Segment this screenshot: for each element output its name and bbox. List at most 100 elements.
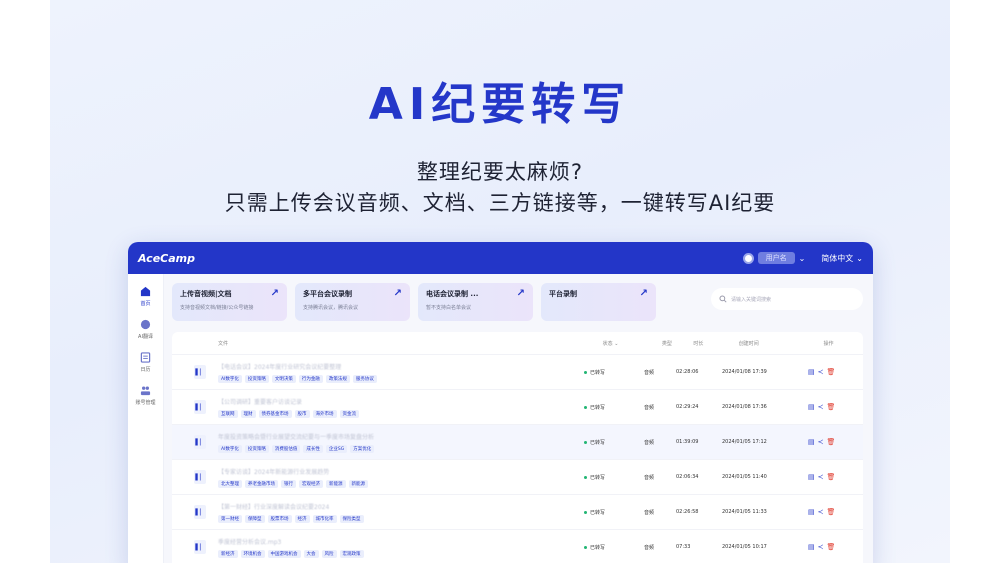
tag[interactable]: 海外市场 bbox=[312, 409, 337, 418]
table-row[interactable]: ▌▏ 年度投资策略会暨行业展望交流纪要与一季度市场复盘分析 AI数字化 投资策略消… bbox=[172, 424, 863, 459]
col-ops: 操作 bbox=[823, 340, 834, 347]
tag[interactable]: 新经济 bbox=[218, 549, 238, 558]
table-row[interactable]: ▌▏ 季度经营分析会议.mp3 新经济 环境机会 中国游戏机会 大会 风险 宏观政策 已转… bbox=[172, 529, 863, 563]
tag[interactable]: 养老金融市场 bbox=[245, 479, 278, 488]
tag[interactable]: 成长性 bbox=[303, 444, 323, 453]
hero-title: AI纪要转写 bbox=[368, 79, 632, 130]
tag[interactable]: 服务协议 bbox=[352, 374, 377, 383]
upload-card[interactable]: 上传音视频|文档 支持音视频文档/链接/公众号链接 ↗ bbox=[172, 283, 287, 321]
share-icon[interactable]: ≺ bbox=[818, 543, 824, 551]
duration-cell: 07:33 bbox=[676, 544, 691, 550]
multi-platform-record-card[interactable]: 多平台会议录制 支持腾讯会议，腾讯会议 ↗ bbox=[295, 283, 410, 321]
share-icon[interactable]: ≺ bbox=[818, 368, 824, 376]
delete-icon[interactable]: 🗑 bbox=[827, 508, 836, 516]
tag[interactable]: AI数字化 bbox=[218, 444, 242, 453]
tag[interactable]: 方案优化 bbox=[350, 444, 375, 453]
tag[interactable]: 中国游戏机会 bbox=[267, 549, 301, 558]
tag[interactable]: 股市 bbox=[294, 409, 310, 418]
file-name[interactable]: 【第一财经】行业深度解读会议纪要2024 bbox=[218, 502, 364, 511]
tag[interactable]: 消费股估值 bbox=[271, 444, 301, 453]
hero-subtitle-1: 整理纪要太麻烦? bbox=[416, 160, 584, 184]
delete-icon[interactable]: 🗑 bbox=[827, 438, 836, 446]
logo[interactable]: AceCamp bbox=[138, 252, 195, 265]
phone-record-card[interactable]: 电话会议录制 ... 暂不支持白名单会议 ↗ bbox=[418, 283, 533, 321]
date-cell: 2024/01/05 10:17 bbox=[722, 544, 767, 550]
status-badge: 已转写 bbox=[584, 404, 644, 411]
tag[interactable]: 第一财经 bbox=[218, 514, 242, 523]
platform-record-card[interactable]: 平台录制 ↗ bbox=[541, 283, 656, 321]
tag[interactable]: 风险 bbox=[321, 549, 337, 558]
document-icon[interactable]: ▤ bbox=[808, 508, 815, 516]
sidebar-item-account[interactable]: 账号管理 bbox=[128, 383, 163, 406]
type-cell: 音频 bbox=[644, 474, 655, 481]
tag[interactable]: 政策法规 bbox=[325, 374, 350, 383]
file-name[interactable]: 年度投资策略会暨行业展望交流纪要与一季度市场复盘分析 bbox=[218, 432, 374, 441]
tag[interactable]: 资金流 bbox=[339, 409, 359, 418]
tag[interactable]: 银行 bbox=[281, 479, 296, 488]
tag[interactable]: 新能源 bbox=[348, 479, 368, 488]
status-dot bbox=[584, 545, 587, 549]
tag[interactable]: 城市化率 bbox=[312, 514, 337, 523]
table-row[interactable]: ▌▏ 【专家访谈】2024年新能源行业发展趋势 北大整理 养老金融市场 银行 宏观经济… bbox=[172, 459, 863, 494]
document-icon[interactable]: ▤ bbox=[808, 543, 815, 551]
share-icon[interactable]: ≺ bbox=[818, 438, 824, 446]
table-row[interactable]: ▌▏ 【电话会议】2024年度行业研究会议纪要整理 AI数字化 投资策略 文明决策行… bbox=[172, 354, 863, 389]
tag[interactable]: 理财 bbox=[240, 409, 256, 418]
sidebar-item-calendar[interactable]: 日历 bbox=[128, 350, 163, 373]
tag[interactable]: 宏观经济 bbox=[299, 479, 323, 488]
tag[interactable]: 债券基金市场 bbox=[258, 409, 292, 418]
audio-file-icon: ▌▏ bbox=[194, 400, 206, 414]
tag[interactable]: AI数字化 bbox=[218, 374, 242, 383]
table-row[interactable]: ▌▏ 【公司调研】重要客户访谈记录 互联网 理财 债券基金市场 股市 海外市场 资金流 已… bbox=[172, 389, 863, 424]
document-icon[interactable]: ▤ bbox=[808, 438, 815, 446]
share-icon[interactable]: ≺ bbox=[818, 403, 824, 411]
delete-icon[interactable]: 🗑 bbox=[827, 543, 836, 551]
file-name[interactable]: 【专家访谈】2024年新能源行业发展趋势 bbox=[218, 467, 368, 476]
translate-icon bbox=[139, 317, 153, 331]
tag[interactable]: 环境机会 bbox=[240, 549, 265, 558]
tag[interactable]: 宏观政策 bbox=[339, 549, 364, 558]
tag[interactable]: 保险类型 bbox=[339, 514, 364, 523]
tag[interactable]: 企业SG bbox=[325, 444, 348, 453]
document-icon[interactable]: ▤ bbox=[808, 368, 815, 376]
tag[interactable]: 投资策略 bbox=[244, 444, 269, 453]
type-cell: 音频 bbox=[644, 404, 655, 411]
tag[interactable]: 行为金融 bbox=[298, 374, 323, 383]
delete-icon[interactable]: 🗑 bbox=[827, 403, 836, 411]
sidebar-item-home[interactable]: 首页 bbox=[128, 284, 163, 307]
tag[interactable]: 投资策略 bbox=[244, 374, 269, 383]
delete-icon[interactable]: 🗑 bbox=[827, 368, 836, 376]
search-icon bbox=[719, 295, 727, 303]
home-icon bbox=[139, 284, 153, 298]
status-badge: 已转写 bbox=[584, 369, 644, 376]
tag[interactable]: 保障型 bbox=[245, 514, 265, 523]
table-row[interactable]: ▌▏ 【第一财经】行业深度解读会议纪要2024 第一财经 保障型 股票市场 经济 城市化… bbox=[172, 494, 863, 529]
card-title: 平台录制 bbox=[549, 290, 577, 298]
language-select[interactable]: 简体中文 ⌄ bbox=[821, 253, 863, 264]
status-label: 已转写 bbox=[590, 509, 606, 516]
tag[interactable]: 互联网 bbox=[218, 409, 238, 418]
search-input[interactable]: 请输入关键词搜索 bbox=[711, 288, 863, 310]
tag[interactable]: 文明决策 bbox=[271, 374, 296, 383]
file-name[interactable]: 【公司调研】重要客户访谈记录 bbox=[218, 397, 359, 406]
file-name[interactable]: 季度经营分析会议.mp3 bbox=[218, 537, 364, 546]
col-status[interactable]: 状态 ⌄ bbox=[603, 340, 662, 347]
card-desc: 支持腾讯会议，腾讯会议 bbox=[303, 305, 359, 311]
file-name[interactable]: 【电话会议】2024年度行业研究会议纪要整理 bbox=[218, 362, 377, 371]
col-status-label: 状态 bbox=[602, 340, 613, 347]
date-cell: 2024/01/05 11:40 bbox=[722, 474, 767, 480]
delete-icon[interactable]: 🗑 bbox=[827, 473, 836, 481]
tag[interactable]: 股票市场 bbox=[267, 514, 292, 523]
user-menu[interactable]: 用户名 ⌄ bbox=[742, 252, 805, 264]
tag-list: 北大整理 养老金融市场 银行 宏观经济 新能源 新能源 bbox=[218, 479, 368, 488]
document-icon[interactable]: ▤ bbox=[808, 473, 815, 481]
status-label: 已转写 bbox=[590, 474, 606, 481]
tag[interactable]: 大会 bbox=[303, 549, 319, 558]
tag[interactable]: 新能源 bbox=[326, 479, 346, 488]
document-icon[interactable]: ▤ bbox=[808, 403, 815, 411]
tag[interactable]: 经济 bbox=[294, 514, 310, 523]
sidebar-item-translate[interactable]: AI翻译 bbox=[128, 317, 163, 340]
share-icon[interactable]: ≺ bbox=[818, 508, 824, 516]
share-icon[interactable]: ≺ bbox=[818, 473, 824, 481]
tag[interactable]: 北大整理 bbox=[218, 479, 242, 488]
